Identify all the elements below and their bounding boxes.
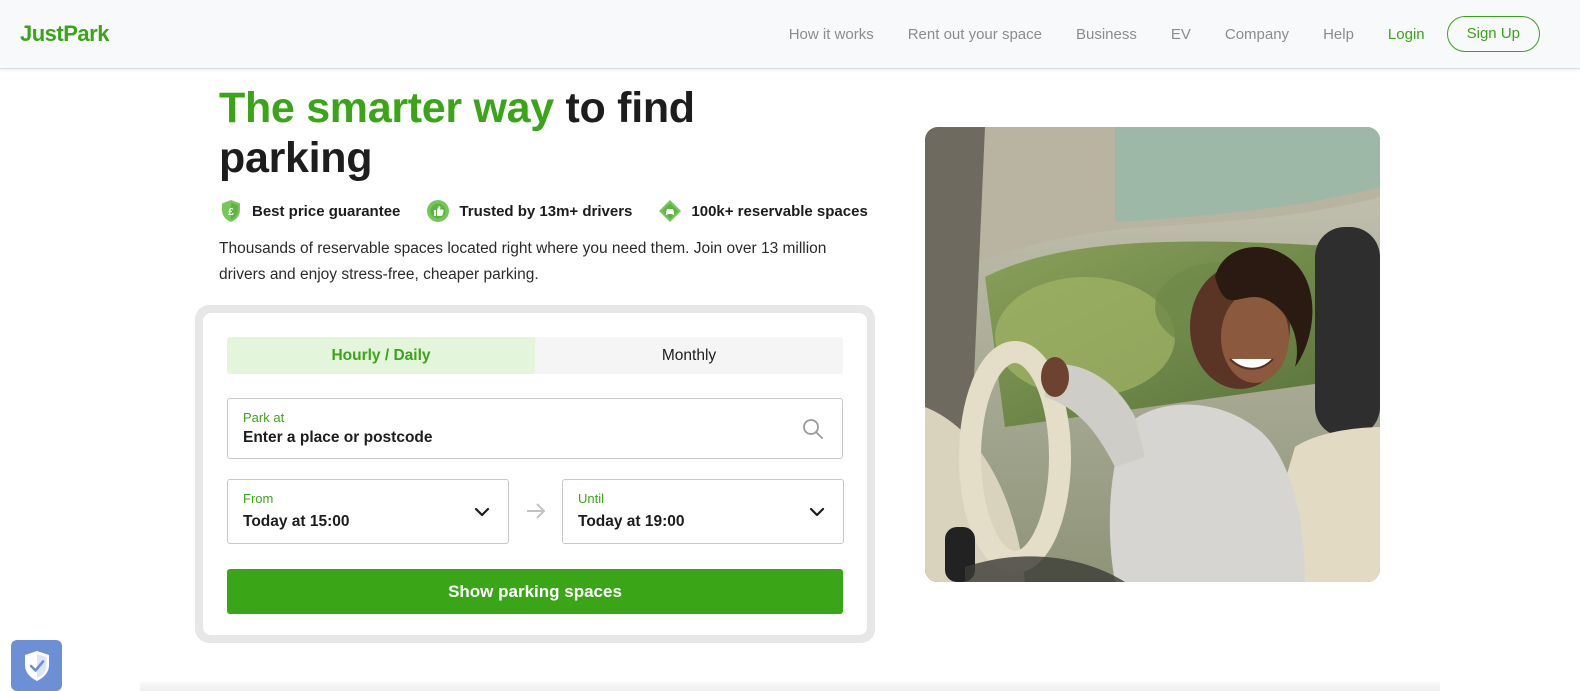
nav-ev[interactable]: EV: [1171, 26, 1191, 43]
shield-check-icon: [23, 650, 51, 687]
chevron-down-icon: [474, 504, 490, 520]
hero-title-highlight: The smarter way: [219, 84, 554, 132]
feature-trusted: Trusted by 13m+ drivers: [426, 199, 632, 223]
svg-text:£: £: [228, 207, 234, 218]
hero-subtitle: Thousands of reservable spaces located r…: [219, 240, 827, 283]
park-at-placeholder: Enter a place or postcode: [243, 429, 433, 446]
nav-help[interactable]: Help: [1323, 26, 1354, 43]
until-label: Until: [578, 491, 605, 506]
hero-photo-illustration: [925, 127, 1380, 582]
tab-hourly-daily[interactable]: Hourly / Daily: [227, 337, 535, 374]
feature-list: £ Best price guarantee Trusted by 13m+ d…: [219, 199, 894, 223]
nav-business[interactable]: Business: [1076, 26, 1137, 43]
until-value: Today at 19:00: [578, 513, 685, 530]
from-label: From: [243, 491, 274, 506]
nav-rent-out-space[interactable]: Rent out your space: [908, 26, 1042, 43]
feature-label: Trusted by 13m+ drivers: [459, 202, 633, 220]
pound-shield-icon: £: [219, 199, 243, 223]
from-value: Today at 15:00: [243, 513, 350, 530]
hero-photo-woman-driving: [925, 127, 1380, 582]
nav-company[interactable]: Company: [1225, 26, 1289, 43]
main-nav: How it works Rent out your space Busines…: [755, 16, 1540, 52]
signup-button[interactable]: Sign Up: [1446, 16, 1540, 52]
tab-monthly[interactable]: Monthly: [535, 337, 843, 374]
nav-how-it-works[interactable]: How it works: [789, 26, 874, 43]
from-datetime-select[interactable]: From Today at 15:00: [227, 479, 509, 544]
arrow-right-icon: [525, 500, 547, 522]
feature-best-price: £ Best price guarantee: [219, 199, 400, 223]
feature-label: 100k+ reservable spaces: [691, 202, 868, 220]
booking-type-tabs: Hourly / Daily Monthly: [227, 337, 843, 374]
car-icon: [658, 199, 682, 223]
feature-spaces: 100k+ reservable spaces: [658, 199, 868, 223]
justpark-logo[interactable]: JustPark: [20, 21, 109, 47]
hero-title: The smarter way to find parking: [219, 83, 859, 183]
section-divider: [140, 682, 1440, 691]
login-link[interactable]: Login: [1388, 26, 1425, 43]
show-parking-spaces-button[interactable]: Show parking spaces: [227, 569, 843, 614]
privacy-shield-button[interactable]: [11, 640, 62, 691]
search-icon[interactable]: [802, 418, 824, 440]
feature-label: Best price guarantee: [252, 202, 401, 220]
park-at-label: Park at: [243, 410, 285, 425]
park-at-input[interactable]: Park at Enter a place or postcode: [227, 398, 843, 459]
thumbs-up-icon: [426, 199, 450, 223]
until-datetime-select[interactable]: Until Today at 19:00: [562, 479, 844, 544]
chevron-down-icon: [809, 504, 825, 520]
site-header: JustPark How it works Rent out your spac…: [0, 0, 1580, 69]
